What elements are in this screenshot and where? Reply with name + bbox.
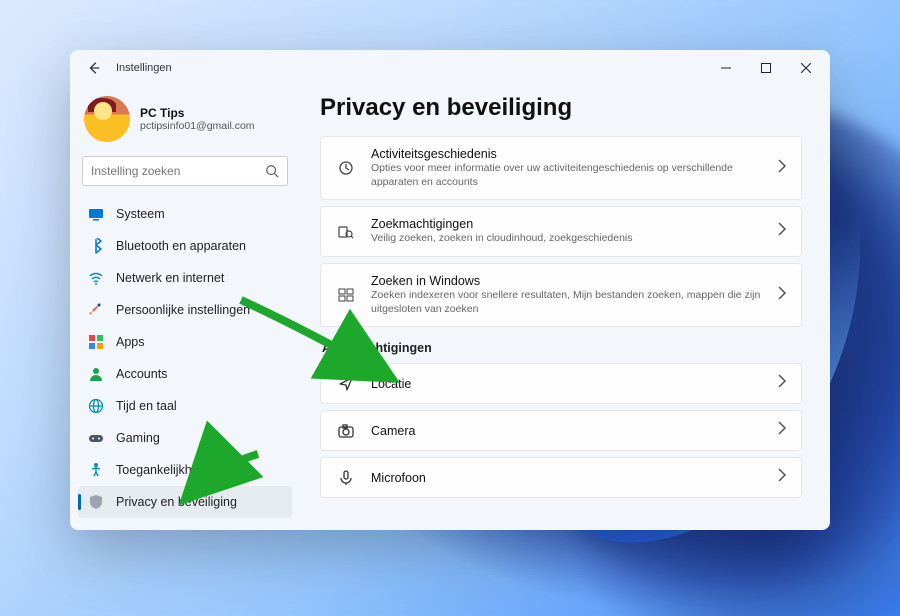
chevron-right-icon [777,374,787,393]
card-title: Activiteitsgeschiedenis [371,147,763,161]
sidebar-item-gaming[interactable]: Gaming [78,422,292,454]
card-camera[interactable]: Camera [320,410,802,451]
access-icon [88,462,104,478]
location-icon [335,376,357,392]
chevron-right-icon [777,286,787,305]
sidebar: PC Tips pctipsinfo01@gmail.com Systeem Bl… [70,86,300,530]
display-icon [88,206,104,222]
sidebar-item-label: Toegankelijkheid [116,463,208,477]
sidebar-item-label: Bluetooth en apparaten [116,239,246,253]
card-location[interactable]: Locatie [320,363,802,404]
searchperm-icon [335,224,357,240]
sidebar-item-label: Systeem [116,207,165,221]
card-title: Microfoon [371,471,763,485]
sidebar-item-label: Gaming [116,431,160,445]
sidebar-item-label: Netwerk en internet [116,271,224,285]
searchwin-icon [335,287,357,303]
chevron-right-icon [777,159,787,178]
bluetooth-icon [88,238,104,254]
sidebar-item-label: Accounts [116,367,167,381]
search-input[interactable] [91,164,265,178]
card-searchperm[interactable]: Zoekmachtigingen Veilig zoeken, zoeken i… [320,206,802,257]
titlebar: Instellingen [70,50,830,86]
sidebar-item-accounts[interactable]: Accounts [78,358,292,390]
card-title: Zoekmachtigingen [371,217,763,231]
main-content: Privacy en beveiliging Activiteitsgeschi… [300,86,830,530]
mic-icon [335,470,357,486]
chevron-right-icon [777,222,787,241]
history-icon [335,160,357,176]
card-subtitle: Zoeken indexeren voor snellere resultate… [371,289,763,316]
card-title: Zoeken in Windows [371,274,763,288]
card-title: Locatie [371,377,763,391]
profile-name: PC Tips [140,106,255,120]
card-searchwin[interactable]: Zoeken in Windows Zoeken indexeren voor … [320,263,802,327]
person-icon [88,366,104,382]
minimize-icon [721,63,731,73]
search-box[interactable] [82,156,288,186]
close-button[interactable] [786,53,826,83]
wifi-icon [88,270,104,286]
profile-block[interactable]: PC Tips pctipsinfo01@gmail.com [78,90,292,156]
minimize-button[interactable] [706,53,746,83]
maximize-button[interactable] [746,53,786,83]
camera-icon [335,423,357,439]
chevron-right-icon [777,421,787,440]
sidebar-item-network[interactable]: Netwerk en internet [78,262,292,294]
card-subtitle: Veilig zoeken, zoeken in cloudinhoud, zo… [371,232,763,246]
sidebar-item-label: Persoonlijke instellingen [116,303,250,317]
maximize-icon [761,63,771,73]
globe-icon [88,398,104,414]
nav-list: Systeem Bluetooth en apparaten Netwerk en … [78,198,292,522]
close-icon [801,63,811,73]
gamepad-icon [88,430,104,446]
sidebar-item-time[interactable]: Tijd en taal [78,390,292,422]
card-title: Camera [371,424,763,438]
search-icon [265,164,279,178]
back-button[interactable] [84,58,104,78]
card-subtitle: Opties voor meer informatie over uw acti… [371,162,763,189]
sidebar-item-bluetooth[interactable]: Bluetooth en apparaten [78,230,292,262]
settings-window: Instellingen PC Tips pctipsinfo01@gmail.… [70,50,830,530]
sidebar-item-access[interactable]: Toegankelijkheid [78,454,292,486]
sidebar-item-label: Privacy en beveiliging [116,495,237,509]
back-arrow-icon [87,61,101,75]
card-activity[interactable]: Activiteitsgeschiedenis Opties voor meer… [320,136,802,200]
section-app-permissions: App-machtigingen [322,341,802,355]
sidebar-item-privacy[interactable]: Privacy en beveiliging [78,486,292,518]
sidebar-item-label: Apps [116,335,145,349]
shield-icon [88,494,104,510]
card-mic[interactable]: Microfoon [320,457,802,498]
brush-icon [88,302,104,318]
avatar [84,96,130,142]
sidebar-item-apps[interactable]: Apps [78,326,292,358]
window-title: Instellingen [116,62,172,74]
sidebar-item-system[interactable]: Systeem [78,198,292,230]
profile-email: pctipsinfo01@gmail.com [140,120,255,132]
window-controls [706,53,826,83]
page-title: Privacy en beveiliging [320,94,802,122]
sidebar-item-personal[interactable]: Persoonlijke instellingen [78,294,292,326]
sidebar-item-label: Tijd en taal [116,399,177,413]
chevron-right-icon [777,468,787,487]
apps-icon [88,334,104,350]
